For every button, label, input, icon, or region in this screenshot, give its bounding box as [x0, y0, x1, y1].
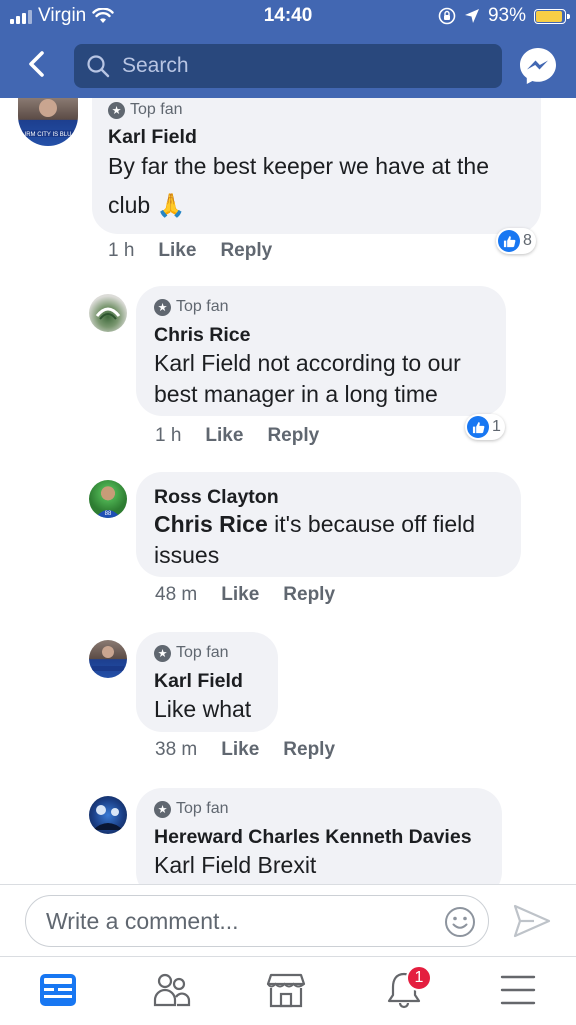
top-fan-badge: ★ Top fan: [108, 101, 182, 119]
tab-marketplace[interactable]: [266, 971, 310, 1011]
star-icon: ★: [154, 298, 171, 316]
svg-text:IRM CITY IS BLU: IRM CITY IS BLU: [25, 132, 72, 138]
comment-time: 38 m: [155, 739, 198, 760]
thumbs-up-icon: [467, 416, 489, 438]
star-icon: ★: [154, 800, 171, 818]
comment-composer: [0, 884, 576, 957]
top-bar: Virgin 14:40 93%: [0, 0, 576, 98]
reply-button[interactable]: Reply: [267, 425, 319, 447]
tab-notifications[interactable]: 1: [384, 965, 432, 1011]
send-icon[interactable]: [512, 903, 552, 939]
profile-photo-icon: [92, 646, 124, 671]
tab-news-feed[interactable]: [38, 971, 82, 1011]
comment-text: By far the best keeper we have at the cl…: [108, 153, 490, 218]
reaction-count[interactable]: 8: [496, 228, 536, 254]
nav-row: [0, 36, 576, 92]
avatar[interactable]: IRM CITY IS BLU: [18, 98, 78, 146]
comment-bubble[interactable]: Ross Clayton Chris Rice it's because off…: [136, 472, 521, 577]
smiley-icon[interactable]: [444, 906, 476, 938]
marketplace-icon: [266, 973, 306, 1008]
news-feed-icon: [40, 974, 76, 1006]
status-bar: Virgin 14:40 93%: [0, 0, 576, 34]
avatar[interactable]: [89, 294, 127, 332]
avatar[interactable]: 88: [89, 480, 127, 518]
like-button[interactable]: Like: [205, 425, 243, 447]
comment-bubble[interactable]: ★ Top fan Karl Field By far the best kee…: [92, 98, 541, 234]
avatar[interactable]: [89, 640, 127, 678]
comment-field[interactable]: [25, 895, 489, 947]
comment: ★ Top fan Karl Field Like what 38 m Like…: [0, 632, 576, 782]
reply-button[interactable]: Reply: [283, 584, 335, 606]
orientation-lock-icon: [438, 7, 456, 25]
top-fan-badge: ★ Top fan: [154, 800, 228, 818]
star-icon: ★: [154, 644, 171, 662]
avatar[interactable]: [89, 796, 127, 834]
search-icon: [87, 55, 110, 78]
friends-icon: [153, 973, 191, 1007]
profile-photo-icon: [95, 307, 121, 320]
top-fan-badge: ★ Top fan: [154, 298, 228, 316]
comment-actions: 48 m Like Reply: [155, 584, 335, 606]
comment-time: 1 h: [155, 425, 182, 446]
top-fan-badge: ★ Top fan: [154, 644, 228, 662]
star-icon: ★: [108, 101, 125, 119]
comment-author[interactable]: Hereward Charles Kenneth Davies: [154, 826, 472, 849]
profile-photo-icon: 88: [95, 510, 121, 518]
comment-thread: IRM CITY IS BLU ★ Top fan Karl Field By …: [0, 98, 576, 884]
location-icon: [464, 9, 479, 23]
comment-input[interactable]: [44, 906, 428, 936]
comment-author[interactable]: Ross Clayton: [154, 486, 279, 509]
comment-time: 48 m: [155, 584, 198, 605]
comment: ★ Top fan Hereward Charles Kenneth Davie…: [0, 788, 576, 884]
comment-text: Like what: [154, 696, 252, 722]
notification-badge: 1: [406, 965, 432, 991]
tab-friends[interactable]: [152, 971, 196, 1011]
comment-bubble[interactable]: ★ Top fan Chris Rice Karl Field not acco…: [136, 286, 506, 416]
status-right: 93%: [438, 5, 570, 27]
thumbs-up-icon: [498, 230, 520, 252]
reply-button[interactable]: Reply: [283, 739, 335, 761]
battery-icon: [534, 8, 570, 24]
comment-text: Karl Field Brexit: [154, 852, 317, 878]
like-button[interactable]: Like: [158, 240, 196, 262]
comment-bubble[interactable]: ★ Top fan Karl Field Like what: [136, 632, 278, 732]
chevron-left-icon[interactable]: [18, 44, 58, 84]
reaction-count[interactable]: 1: [465, 414, 505, 440]
comment-text: Karl Field not according to our best man…: [154, 350, 461, 407]
like-button[interactable]: Like: [221, 739, 259, 761]
battery-percent: 93%: [487, 5, 526, 26]
like-button[interactable]: Like: [221, 584, 259, 606]
profile-photo-icon: [93, 805, 123, 830]
comment-actions: 1 h Like Reply: [108, 240, 272, 262]
comment-bubble[interactable]: ★ Top fan Hereward Charles Kenneth Davie…: [136, 788, 502, 884]
comment-author[interactable]: Chris Rice: [154, 324, 250, 347]
profile-photo-icon: IRM CITY IS BLU: [22, 99, 74, 138]
comment-actions: 1 h Like Reply: [155, 425, 319, 447]
comment: ★ Top fan Chris Rice Karl Field not acco…: [0, 286, 576, 466]
mention-link[interactable]: Chris Rice: [154, 511, 268, 537]
comment-author[interactable]: Karl Field: [154, 670, 243, 693]
reply-button[interactable]: Reply: [220, 240, 272, 262]
comment-time: 1 h: [108, 240, 135, 261]
comment-actions: 38 m Like Reply: [155, 739, 335, 761]
tab-menu[interactable]: [498, 971, 542, 1011]
search-input[interactable]: [120, 53, 484, 79]
comment-text: Chris Rice it's because off field issues: [154, 511, 476, 568]
comment: IRM CITY IS BLU ★ Top fan Karl Field By …: [0, 98, 576, 278]
tab-bar: 1: [0, 956, 576, 1025]
search-bar[interactable]: [74, 44, 502, 88]
comment: 88 Ross Clayton Chris Rice it's because …: [0, 472, 576, 622]
svg-text:88: 88: [105, 511, 112, 517]
menu-icon: [500, 975, 536, 1005]
messenger-icon[interactable]: [518, 46, 558, 86]
comment-author[interactable]: Karl Field: [108, 126, 197, 149]
